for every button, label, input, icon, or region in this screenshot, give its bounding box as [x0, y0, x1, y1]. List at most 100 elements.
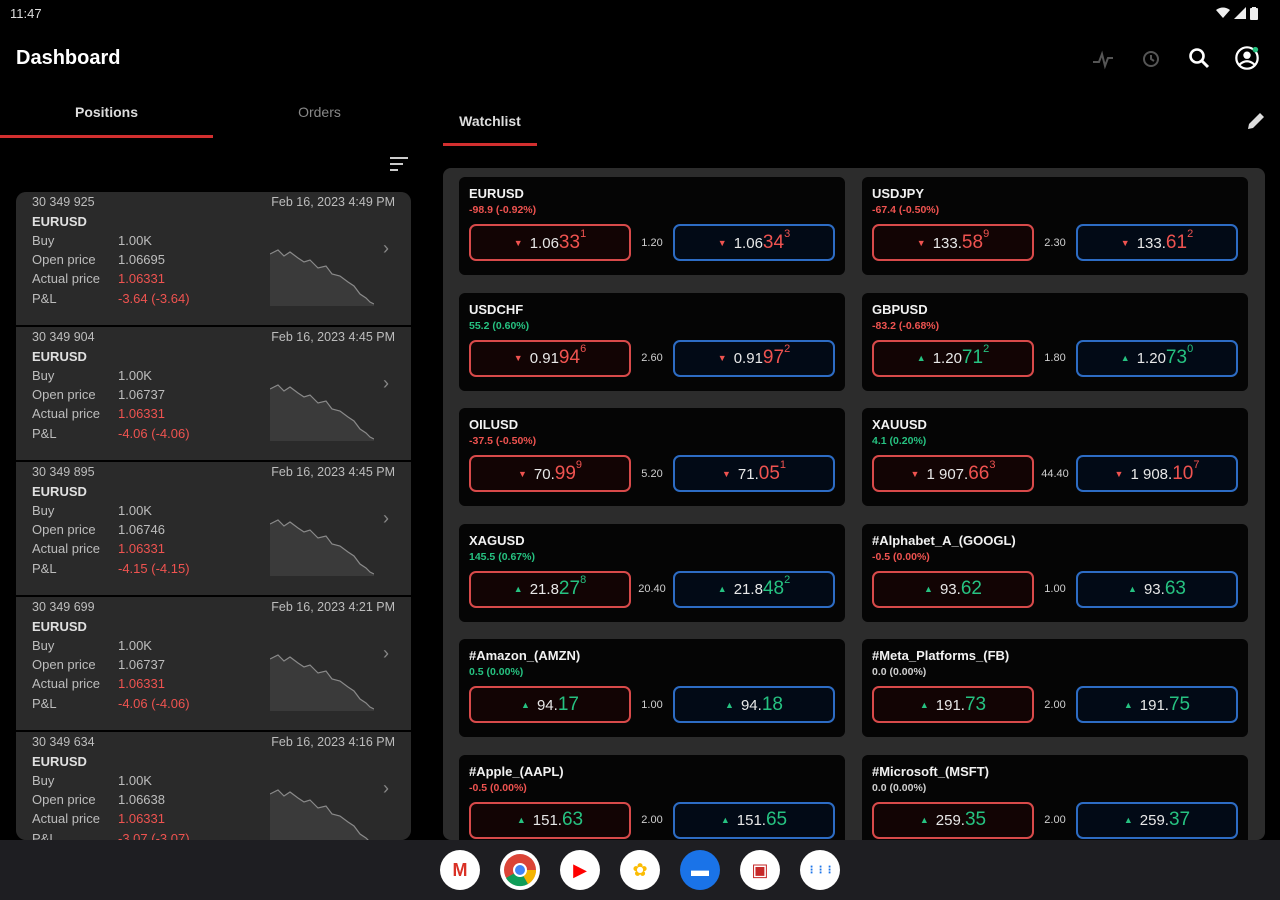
ask-price: 93.63: [1144, 578, 1186, 600]
sell-button[interactable]: ▼ 1 907.663: [872, 455, 1034, 492]
price-base: 191.: [935, 696, 965, 714]
tab-positions[interactable]: Positions: [0, 92, 213, 138]
position-row-label: Open price: [32, 522, 96, 538]
instrument-change: 145.5 (0.67%): [469, 550, 535, 563]
sell-button[interactable]: ▲ 21.8278: [469, 570, 631, 608]
buy-button[interactable]: ▼ 0.91972: [673, 339, 835, 377]
chevron-right-icon[interactable]: ›: [383, 508, 389, 529]
chevron-right-icon[interactable]: ›: [383, 238, 389, 259]
watchlist-tile[interactable]: USDJPY -67.4 (-0.50%) ▼ 133.589 2.30 ▼ 133.612: [862, 177, 1248, 275]
search-button[interactable]: [1186, 45, 1212, 71]
chevron-right-icon[interactable]: ›: [383, 373, 389, 394]
youtube-icon[interactable]: ▶: [560, 850, 600, 890]
signal-icon: [1234, 7, 1246, 19]
buy-button[interactable]: ▲ 151.65: [673, 801, 835, 839]
status-icons: [1216, 6, 1258, 20]
sell-button[interactable]: ▲ 93.62: [872, 570, 1034, 608]
buy-button[interactable]: ▲ 93.63: [1076, 570, 1238, 608]
sell-button[interactable]: ▼ 133.589: [872, 224, 1034, 261]
buy-button[interactable]: ▼ 1 908.107: [1076, 455, 1238, 492]
edit-watchlist-button[interactable]: [1244, 109, 1268, 133]
price-pips: 73: [1165, 347, 1188, 368]
sort-button[interactable]: [388, 153, 410, 175]
position-row-label: Open price: [32, 252, 96, 268]
position-id: 30 349 634: [32, 735, 95, 749]
sell-button[interactable]: ▲ 1.20712: [872, 339, 1034, 377]
ask-price: 94.18: [741, 694, 783, 716]
position-pl: -3.64 (-3.64): [118, 290, 190, 306]
sell-button[interactable]: ▲ 191.73: [872, 686, 1034, 723]
chrome-icon[interactable]: [500, 850, 540, 890]
buy-button[interactable]: ▲ 94.18: [673, 686, 835, 723]
price-pips: 10: [1172, 462, 1194, 484]
arrow-up-icon: ▲: [1123, 699, 1133, 710]
watchlist-tile[interactable]: #Amazon_(AMZN) 0.5 (0.00%) ▲ 94.17 1.00 ▲ 94.1…: [459, 639, 845, 737]
chevron-right-icon[interactable]: ›: [383, 778, 389, 799]
chart-activity-button[interactable]: [1090, 45, 1116, 71]
buy-button[interactable]: ▲ 1.20730: [1076, 339, 1238, 377]
position-row-label: Buy: [32, 773, 55, 788]
chevron-right-icon[interactable]: ›: [383, 643, 389, 664]
buy-button[interactable]: ▼ 71.051: [673, 455, 835, 492]
sell-button[interactable]: ▲ 151.63: [469, 801, 631, 839]
sell-button[interactable]: ▼ 70.999: [469, 455, 631, 492]
bid-price: 133.589: [933, 228, 989, 254]
position-card[interactable]: 30 349 634 Feb 16, 2023 4:16 PM EURUSD Buy 1…: [16, 732, 411, 840]
watchlist-tile[interactable]: EURUSD -98.9 (-0.92%) ▼ 1.06331 1.20 ▼ 1.06343: [459, 177, 845, 275]
watchlist-tile[interactable]: #Microsoft_(MSFT) 0.0 (0.00%) ▲ 259.35 2.00 ▲…: [862, 754, 1248, 840]
position-card[interactable]: 30 349 904 Feb 16, 2023 4:45 PM EURUSD Buy 1…: [16, 327, 411, 462]
watchlist-tile[interactable]: XAUUSD 4.1 (0.20%) ▼ 1 907.663 44.40 ▼ 1 908.1…: [862, 408, 1248, 506]
price-pips: 58: [961, 231, 984, 253]
positions-list: 30 349 925 Feb 16, 2023 4:49 PM EURUSD Buy 1…: [16, 192, 411, 840]
bid-price: 0.91946: [530, 343, 586, 369]
buy-button[interactable]: ▼ 133.612: [1076, 224, 1238, 261]
instrument-change: 0.5 (0.00%): [469, 666, 524, 678]
position-actual-price: 1.06331: [118, 811, 165, 827]
arrow-down-icon: ▼: [1120, 237, 1130, 248]
xstation-icon[interactable]: ▣: [740, 850, 780, 890]
sell-button[interactable]: ▼ 0.91946: [469, 339, 631, 377]
position-volume: 1.00K: [118, 503, 152, 518]
watchlist-tile[interactable]: GBPUSD -83.2 (-0.68%) ▲ 1.20712 1.80 ▲ 1.20730: [862, 292, 1248, 391]
position-card[interactable]: 30 349 699 Feb 16, 2023 4:21 PM EURUSD Buy 1…: [16, 597, 411, 732]
price-row: ▲ 259.35 2.00 ▲ 259.37: [872, 801, 1238, 839]
sell-button[interactable]: ▼ 1.06331: [469, 224, 631, 261]
position-pl: -4.06 (-4.06): [118, 425, 190, 441]
messages-icon[interactable]: ▬: [680, 850, 720, 890]
position-symbol: EURUSD: [32, 214, 87, 229]
app-drawer-icon[interactable]: ⋮⋮⋮: [800, 850, 840, 890]
instrument-change: -98.9 (-0.92%): [469, 204, 537, 216]
tab-watchlist[interactable]: Watchlist: [443, 100, 537, 146]
price-fraction: 7: [1193, 458, 1200, 471]
buy-button[interactable]: ▼ 1.06343: [673, 224, 835, 261]
photos-icon[interactable]: ✿: [620, 850, 660, 890]
watchlist-tile[interactable]: #Apple_(AAPL) -0.5 (0.00%) ▲ 151.63 2.00 ▲ 151…: [459, 754, 845, 840]
bid-price: 1.20712: [933, 343, 989, 369]
gmail-icon[interactable]: M: [440, 850, 480, 890]
watchlist-tile[interactable]: OILUSD -37.5 (-0.50%) ▼ 70.999 5.20 ▼ 71.051: [459, 408, 845, 506]
sell-button[interactable]: ▲ 94.17: [469, 686, 631, 723]
instrument-symbol: EURUSD: [469, 186, 524, 201]
watchlist-tile[interactable]: #Meta_Platforms_(FB) 0.0 (0.00%) ▲ 191.73 2.…: [862, 639, 1248, 737]
sell-button[interactable]: ▲ 259.35: [872, 801, 1034, 839]
alerts-button[interactable]: [1138, 45, 1164, 71]
position-card[interactable]: 30 349 895 Feb 16, 2023 4:45 PM EURUSD Buy 1…: [16, 462, 411, 597]
tab-orders[interactable]: Orders: [213, 92, 426, 138]
buy-button[interactable]: ▲ 191.75: [1076, 686, 1238, 723]
watchlist-tile[interactable]: XAGUSD 145.5 (0.67%) ▲ 21.8278 20.40 ▲ 21.8482: [459, 523, 845, 622]
price-base: 1.20: [1136, 350, 1166, 367]
price-fraction: 2: [983, 343, 990, 355]
watchlist-tile[interactable]: #Alphabet_A_(GOOGL) -0.5 (0.00%) ▲ 93.62 1.0…: [862, 523, 1248, 622]
position-row-label: P&L: [32, 560, 57, 576]
buy-button[interactable]: ▲ 259.37: [1076, 801, 1238, 839]
instrument-change: -83.2 (-0.68%): [872, 319, 940, 332]
spread-value: 2.30: [1044, 236, 1066, 249]
arrow-up-icon: ▲: [513, 584, 523, 594]
position-open-price: 1.06737: [118, 657, 165, 673]
spread-value: 1.00: [641, 698, 663, 711]
instrument-symbol: XAUUSD: [872, 417, 927, 432]
position-card[interactable]: 30 349 925 Feb 16, 2023 4:49 PM EURUSD Buy 1…: [16, 192, 411, 327]
watchlist-tile[interactable]: USDCHF 55.2 (0.60%) ▼ 0.91946 2.60 ▼ 0.91972: [459, 292, 845, 391]
buy-button[interactable]: ▲ 21.8482: [673, 570, 835, 608]
account-button[interactable]: [1234, 45, 1260, 71]
